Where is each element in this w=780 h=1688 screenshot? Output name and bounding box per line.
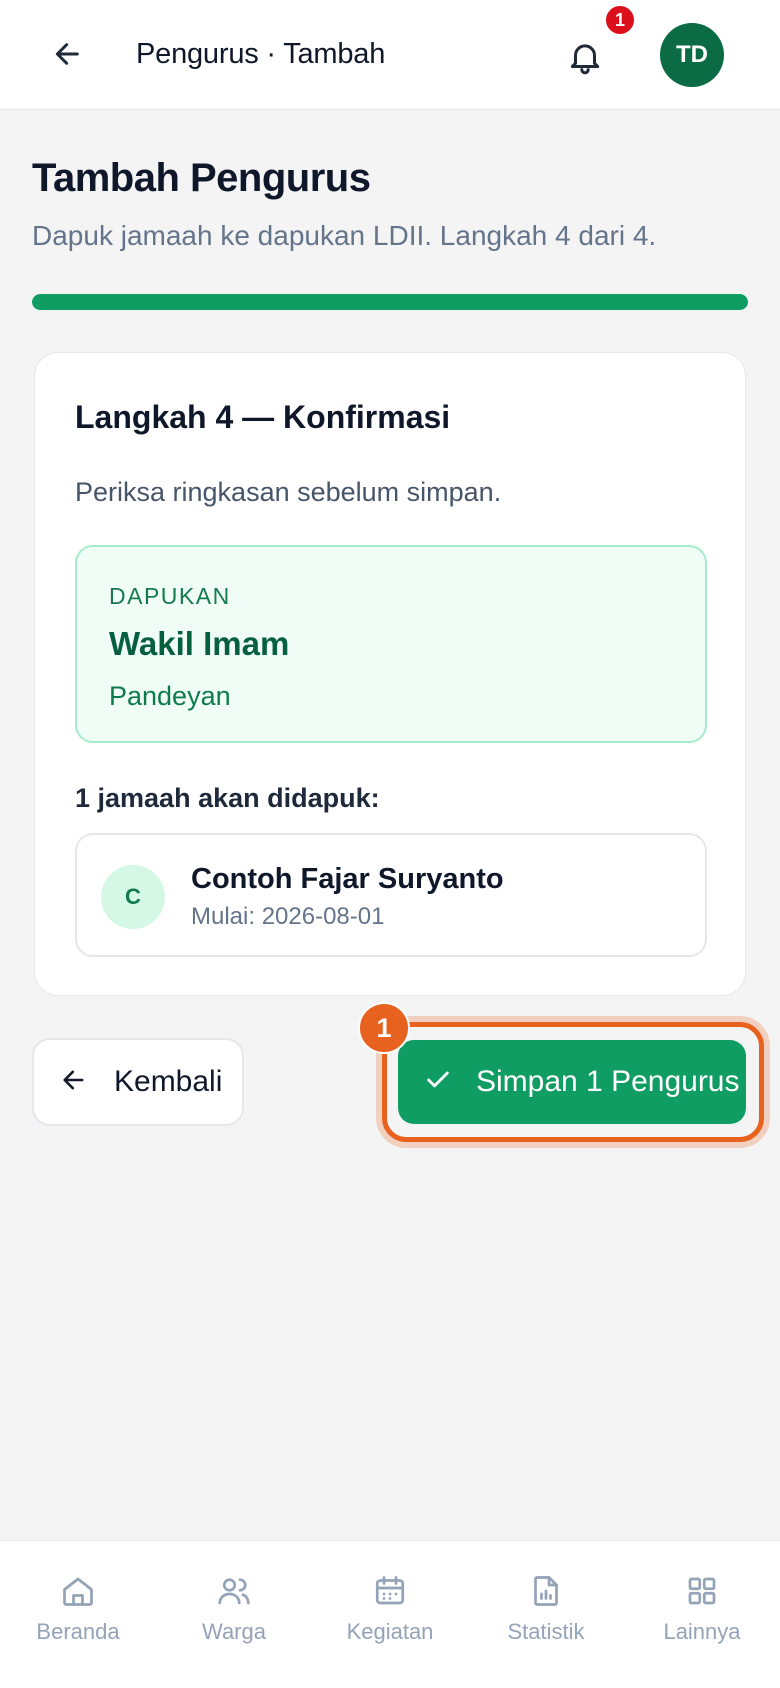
list-item: C Contoh Fajar Suryanto Mulai: 2026-08-0… — [75, 833, 707, 957]
user-avatar[interactable]: TD — [660, 23, 724, 87]
arrow-left-icon — [60, 1066, 88, 1099]
dapukan-summary: DAPUKAN Wakil Imam Pandeyan — [75, 545, 707, 743]
step-marker-badge: 1 — [358, 1002, 410, 1054]
grid-icon — [682, 1571, 722, 1611]
nav-item-statistik[interactable]: Statistik — [468, 1541, 624, 1688]
report-icon — [526, 1571, 566, 1611]
nav-item-lainnya[interactable]: Lainnya — [624, 1541, 780, 1688]
dapukan-place: Pandeyan — [109, 681, 231, 711]
save-button-label: Simpan 1 Pengurus — [476, 1065, 740, 1098]
nav-item-warga[interactable]: Warga — [156, 1541, 312, 1688]
dapukan-label: DAPUKAN — [109, 583, 231, 609]
bell-icon[interactable] — [560, 32, 610, 82]
nav-label: Beranda — [36, 1619, 120, 1644]
page-subtitle: Dapuk jamaah ke dapukan LDII. Langkah 4 … — [32, 220, 657, 251]
page-title: Tambah Pengurus — [32, 156, 371, 200]
nav-item-beranda[interactable]: Beranda — [0, 1541, 156, 1688]
back-button[interactable]: Kembali — [32, 1038, 244, 1126]
back-arrow-icon[interactable] — [44, 30, 92, 78]
nav-label: Warga — [202, 1619, 266, 1644]
dapukan-name: Wakil Imam — [109, 625, 290, 662]
member-name: Contoh Fajar Suryanto — [191, 863, 504, 895]
member-count-label: 1 jamaah akan didapuk: — [75, 783, 380, 813]
member-start-date: Mulai: 2026-08-01 — [191, 903, 385, 930]
calendar-icon — [370, 1571, 410, 1611]
nav-label: Statistik — [507, 1619, 585, 1644]
nav-label: Lainnya — [663, 1619, 741, 1644]
save-button[interactable]: Simpan 1 Pengurus — [398, 1040, 746, 1124]
top-app-bar: Pengurus · Tambah 1 TD — [0, 0, 780, 110]
bottom-navigation: Beranda Warga Kegiatan Statistik Lainnya — [0, 1540, 780, 1688]
step-title: Langkah 4 — Konfirmasi — [75, 399, 451, 435]
confirmation-card: Langkah 4 — Konfirmasi Periksa ringkasan… — [34, 352, 746, 996]
step-description: Periksa ringkasan sebelum simpan. — [75, 477, 502, 507]
users-icon — [214, 1571, 254, 1611]
member-avatar: C — [101, 865, 165, 929]
step-progress-bar — [32, 294, 748, 310]
app-bar-title: Pengurus · Tambah — [136, 38, 386, 70]
notification-badge: 1 — [604, 4, 636, 36]
check-icon — [424, 1066, 452, 1099]
nav-label: Kegiatan — [346, 1619, 434, 1644]
step-progress-fill — [32, 294, 748, 310]
home-icon — [58, 1571, 98, 1611]
back-button-label: Kembali — [114, 1065, 223, 1098]
nav-item-kegiatan[interactable]: Kegiatan — [312, 1541, 468, 1688]
